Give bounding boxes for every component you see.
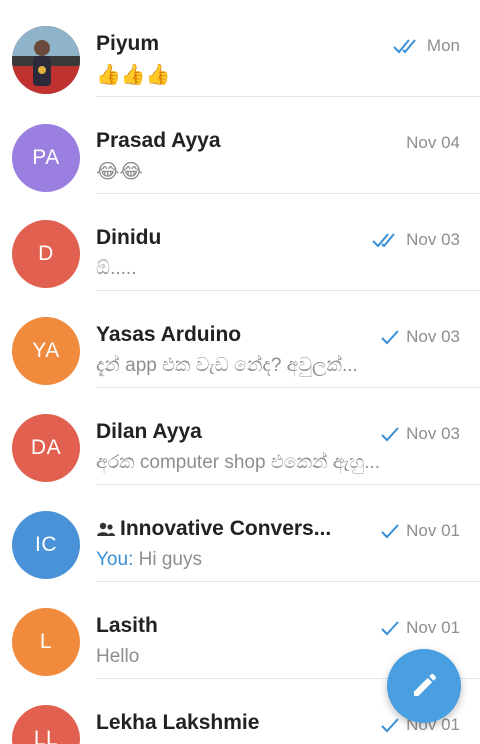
- chat-name: Yasas Arduino: [96, 323, 242, 346]
- group-icon: [97, 522, 115, 536]
- chat-name: Dilan Ayya: [96, 420, 202, 443]
- avatar-initials: LL: [33, 727, 59, 744]
- chat-name: Lasith: [96, 614, 158, 637]
- compose-button[interactable]: [387, 649, 461, 723]
- avatar: L: [12, 608, 80, 676]
- single-check-icon: [381, 621, 399, 636]
- chat-preview: අරක computer shop එකෙන් ඇහු...: [96, 452, 381, 473]
- avatar-photo: [12, 26, 80, 94]
- avatar: IC: [12, 511, 80, 579]
- chat-date: Nov 03: [406, 424, 460, 443]
- avatar-initials: PA: [32, 146, 60, 169]
- chat-date: Nov 01: [406, 521, 460, 540]
- chat-meta: Nov 01: [380, 618, 460, 638]
- chat-row-dinidu[interactable]: D Dinidu Nov 03 ඕ.....: [0, 194, 480, 291]
- chat-preview: ඕ.....: [96, 258, 137, 279]
- chat-date: Nov 04: [406, 133, 460, 152]
- avatar: PA: [12, 124, 80, 192]
- single-check-icon: [381, 427, 399, 442]
- chat-list: Piyum Mon 👍👍👍 PA Prasad Ayya Nov 04 😂😂 D…: [0, 0, 480, 744]
- chat-meta: Nov 01: [380, 521, 460, 541]
- chat-preview: 😂😂: [96, 161, 143, 183]
- chat-row-yasas-arduino[interactable]: YA Yasas Arduino Nov 03 දැන් app එක වැඩ …: [0, 291, 480, 388]
- avatar: LL: [12, 705, 80, 744]
- chat-meta: Nov 03: [372, 230, 460, 250]
- double-check-icon: [372, 233, 395, 248]
- avatar: D: [12, 220, 80, 288]
- chat-row-innovative-convers[interactable]: IC Innovative Convers... Nov 01 You: Hi …: [0, 485, 480, 582]
- chat-preview: You: Hi guys: [96, 549, 202, 571]
- avatar-initials: YA: [32, 339, 60, 362]
- double-check-icon: [393, 39, 416, 54]
- chat-name: Prasad Ayya: [96, 129, 221, 152]
- chat-preview-text: Hi guys: [133, 549, 202, 570]
- chat-preview: 👍👍👍: [96, 64, 171, 86]
- avatar: YA: [12, 317, 80, 385]
- avatar-initials: IC: [35, 533, 57, 556]
- single-check-icon: [381, 330, 399, 345]
- single-check-icon: [381, 718, 399, 733]
- chat-row-piyum[interactable]: Piyum Mon 👍👍👍: [0, 0, 480, 97]
- chat-date: Mon: [426, 36, 460, 55]
- chat-row-dilan-ayya[interactable]: DA Dilan Ayya Nov 03 අරක computer shop එ…: [0, 388, 480, 485]
- chat-name-group: Innovative Convers...: [96, 517, 331, 541]
- chat-meta: Mon: [393, 36, 460, 56]
- chat-preview: Hello: [96, 646, 140, 667]
- avatar-initials: L: [39, 630, 53, 653]
- chat-row-prasad-ayya[interactable]: PA Prasad Ayya Nov 04 😂😂: [0, 97, 480, 194]
- chat-date: Nov 03: [406, 230, 460, 249]
- avatar-initials: DA: [30, 436, 62, 459]
- chat-name: Piyum: [96, 32, 160, 55]
- avatar-initials: D: [38, 242, 54, 265]
- chat-preview: දැන් app එක වැඩ නේද? අවුලක්...: [96, 355, 358, 376]
- chat-name: Innovative Convers...: [120, 517, 332, 540]
- chat-date: Nov 03: [406, 327, 460, 346]
- single-check-icon: [381, 524, 399, 539]
- chat-name: Dinidu: [96, 226, 162, 249]
- chat-preview-sender: You:: [96, 549, 134, 570]
- chat-meta: Nov 03: [380, 424, 460, 444]
- pencil-icon: [414, 673, 437, 696]
- chat-meta: Nov 04: [406, 133, 460, 153]
- chat-name: Lekha Lakshmie: [96, 711, 260, 734]
- chat-date: Nov 01: [406, 618, 460, 637]
- chat-meta: Nov 03: [380, 327, 460, 347]
- avatar: DA: [12, 414, 80, 482]
- profile-photo-icon: [12, 26, 80, 94]
